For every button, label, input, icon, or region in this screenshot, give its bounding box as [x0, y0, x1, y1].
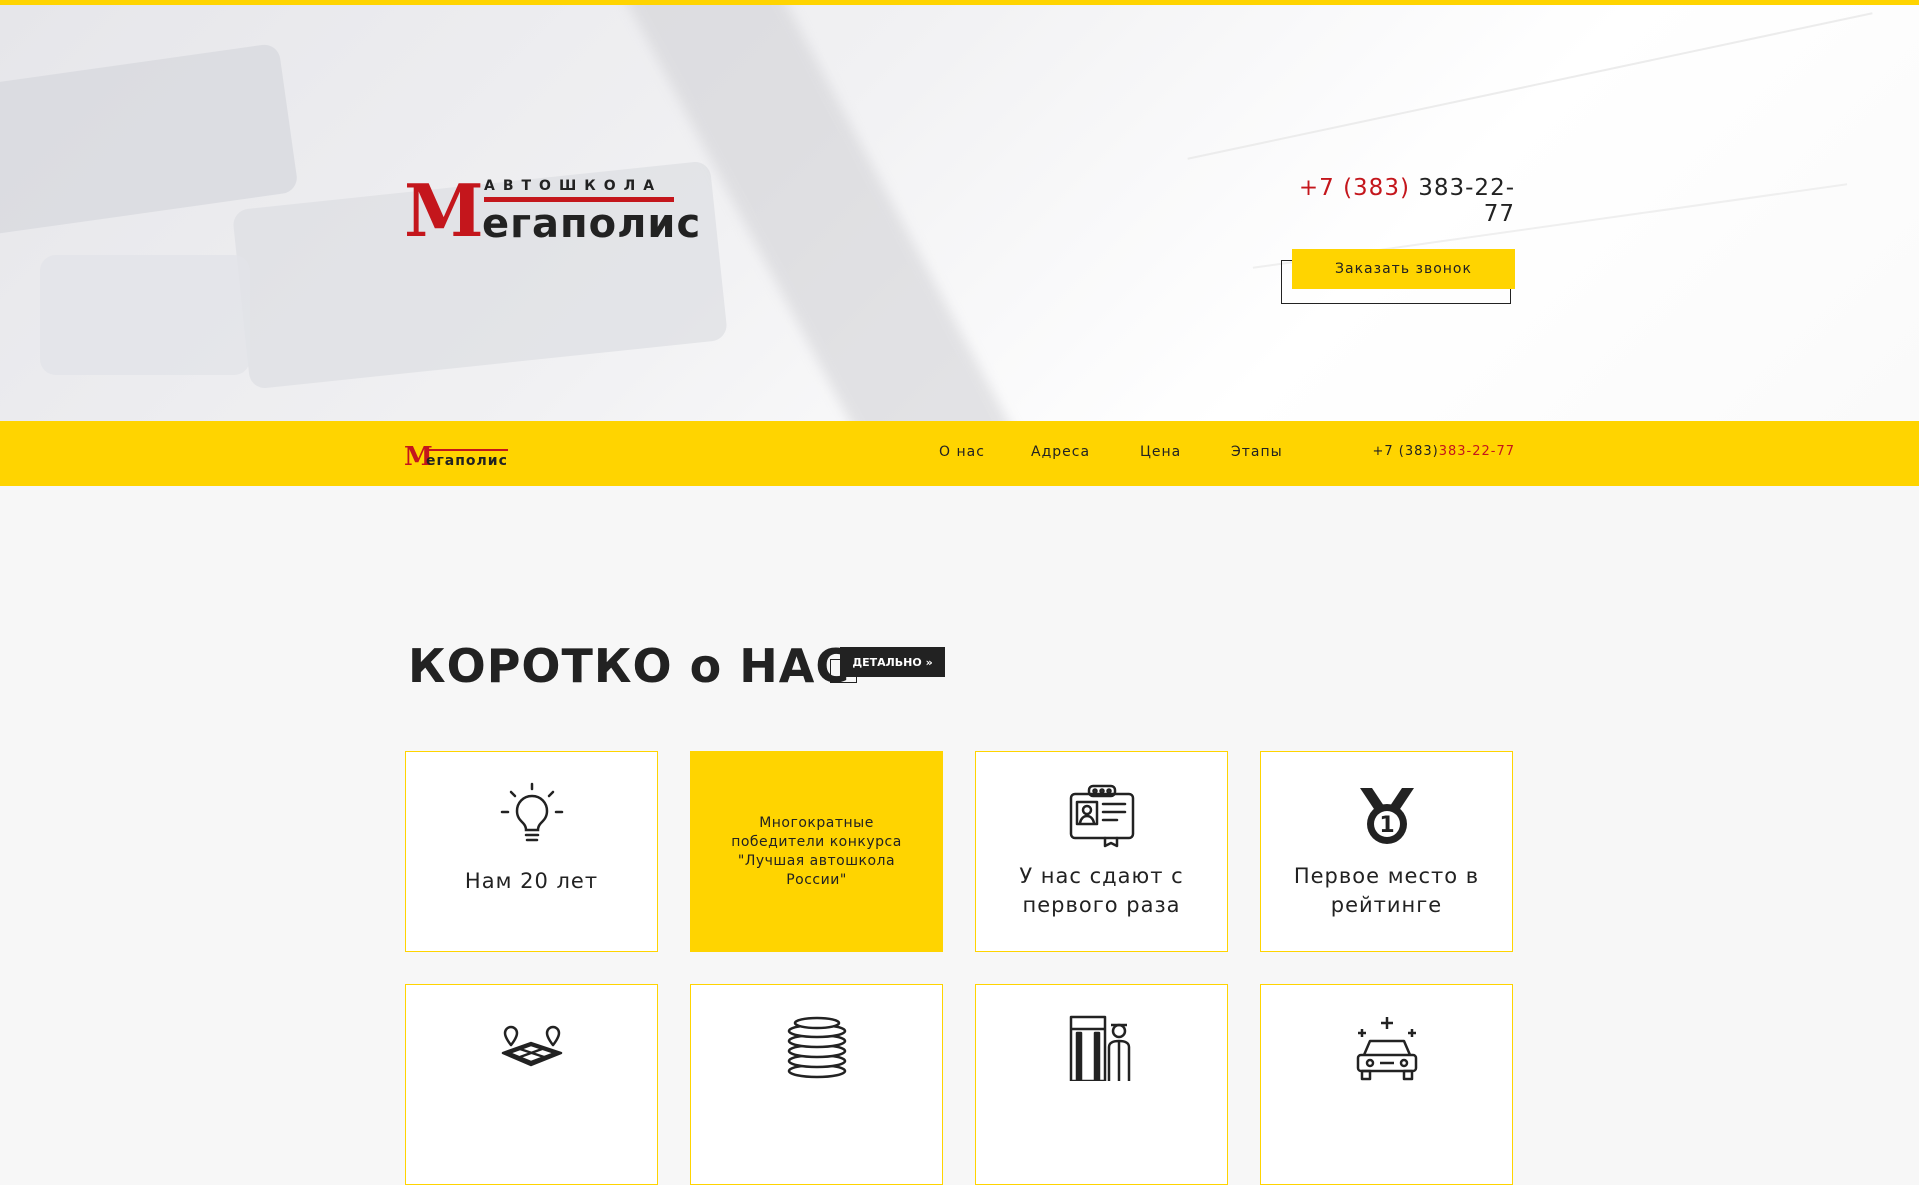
feature-card-highlight: Многократные победители конкурса "Лучшая… — [690, 751, 943, 952]
card-title: Первое место в рейтинге — [1293, 864, 1480, 917]
lightbulb-icon — [500, 782, 563, 842]
feature-card — [690, 984, 943, 1185]
nav-item-stages[interactable]: Этапы — [1231, 444, 1283, 460]
logo-text: егаполис — [426, 453, 508, 469]
police-checkpoint-icon — [1069, 1015, 1130, 1081]
svg-text:1: 1 — [1379, 813, 1394, 838]
logo-red-line — [426, 449, 508, 451]
feature-card: Нам 20 лет — [405, 751, 658, 952]
card-title: У нас сдают с первого раза — [1019, 864, 1184, 917]
hero-background-line — [1187, 12, 1873, 160]
coins-icon — [787, 1016, 846, 1079]
map-pins-icon — [501, 1025, 562, 1067]
phone-number: 383-22-77 — [1438, 444, 1515, 459]
site-logo[interactable]: М АВТОШКОЛА егаполис — [404, 168, 700, 253]
hero-header: М АВТОШКОЛА егаполис +7 (383) 383-22-77 … — [0, 5, 1919, 421]
feature-card — [1260, 984, 1513, 1185]
driver-license-icon — [1069, 784, 1134, 848]
logo-top-line: АВТОШКОЛА — [484, 178, 663, 194]
phone-code: +7 (383) — [1298, 175, 1410, 201]
logo-text: егаполис — [482, 201, 702, 247]
phone-number: 383-22-77 — [1418, 175, 1515, 227]
nav-item-about[interactable]: О нас — [939, 444, 985, 460]
header-phone-link[interactable]: +7 (383) 383-22-77 — [1290, 175, 1515, 227]
section-title: КОРОТКО о НАС — [408, 639, 851, 693]
nav-logo[interactable]: М егаполис — [404, 444, 514, 470]
car-icon — [1356, 1017, 1417, 1081]
card-title: Нам 20 лет — [464, 869, 599, 893]
main-navigation: М егаполис О нас Адреса Цена Этапы +7 (3… — [0, 421, 1919, 486]
medal-icon: 1 — [1359, 788, 1414, 844]
feature-card: У нас сдают с первого раза — [975, 751, 1228, 952]
nav-item-addresses[interactable]: Адреса — [1031, 444, 1090, 460]
card-text: Многократные победители конкурса "Лучшая… — [731, 815, 902, 888]
nav-item-price[interactable]: Цена — [1140, 444, 1181, 460]
feature-card — [975, 984, 1228, 1185]
logo-letter: М — [404, 168, 484, 253]
feature-card — [405, 984, 658, 1185]
nav-phone-link[interactable]: +7 (383)383-22-77 — [1372, 444, 1515, 459]
phone-code: +7 (383) — [1372, 444, 1439, 459]
feature-card: 1 Первое место в рейтинге — [1260, 751, 1513, 952]
detail-button[interactable]: ДЕТАЛЬНО » — [840, 647, 945, 677]
callback-button[interactable]: Заказать звонок — [1292, 249, 1515, 289]
hero-background-shape — [40, 255, 250, 375]
